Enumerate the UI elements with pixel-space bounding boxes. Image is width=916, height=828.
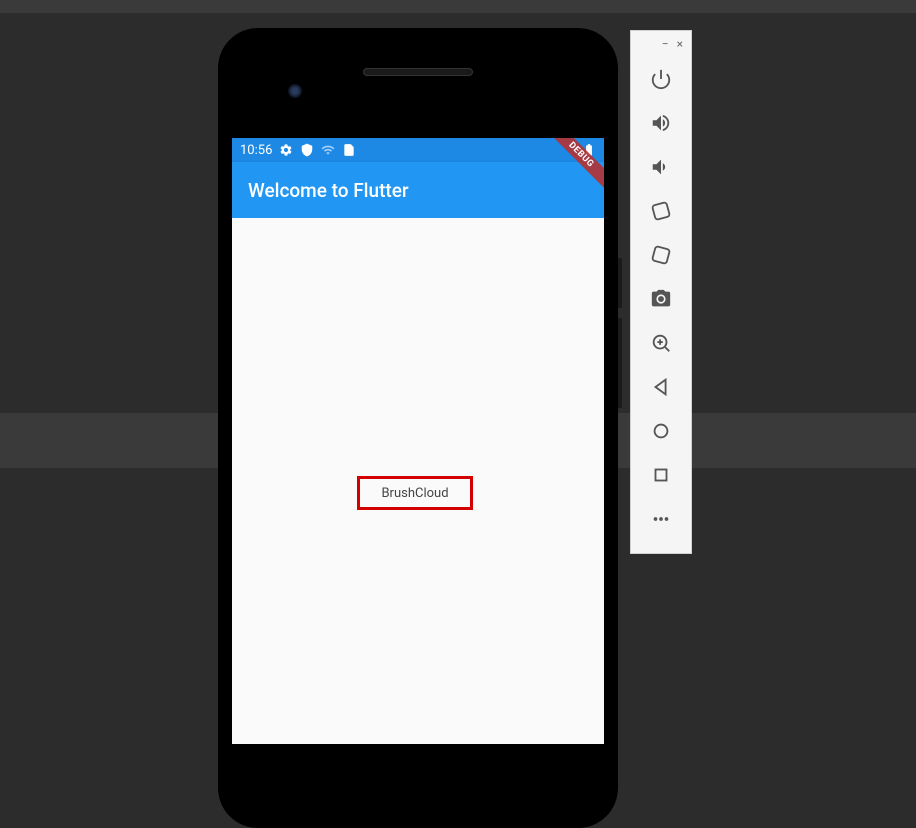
wifi-icon — [321, 143, 335, 157]
device-frame: 10:56 — [218, 28, 618, 828]
app-bar: Welcome to Flutter — [232, 162, 604, 218]
device-screen: 10:56 — [232, 138, 604, 744]
folder-icon — [342, 143, 356, 157]
status-time: 10:56 — [240, 143, 272, 158]
highlighted-text-box: BrushCloud — [357, 476, 473, 510]
volume-down-button[interactable] — [639, 145, 683, 189]
close-button[interactable]: × — [677, 38, 683, 50]
rotate-left-button[interactable] — [639, 189, 683, 233]
rotate-right-button[interactable] — [639, 233, 683, 277]
home-button[interactable] — [639, 409, 683, 453]
more-button[interactable] — [639, 497, 683, 541]
toolbar-window-controls: − × — [631, 31, 691, 57]
overview-button[interactable] — [639, 453, 683, 497]
battery-icon — [582, 143, 596, 157]
phone-camera — [288, 84, 302, 98]
device-bezel: 10:56 — [232, 42, 604, 814]
phone-side-button — [618, 258, 622, 308]
minimize-button[interactable]: − — [662, 38, 669, 50]
back-button[interactable] — [639, 365, 683, 409]
phone-speaker — [363, 68, 473, 76]
power-button[interactable] — [639, 57, 683, 101]
app-bar-title: Welcome to Flutter — [248, 179, 409, 202]
settings-icon — [279, 143, 293, 157]
phone-side-button — [618, 318, 622, 408]
body-text: BrushCloud — [381, 486, 448, 501]
volume-up-button[interactable] — [639, 101, 683, 145]
zoom-button[interactable] — [639, 321, 683, 365]
android-status-bar: 10:56 — [232, 138, 604, 162]
app-body: BrushCloud — [232, 218, 604, 744]
background-stripe — [0, 0, 916, 13]
emulator-toolbar: − × — [630, 30, 692, 554]
shield-icon — [300, 143, 314, 157]
screenshot-button[interactable] — [639, 277, 683, 321]
